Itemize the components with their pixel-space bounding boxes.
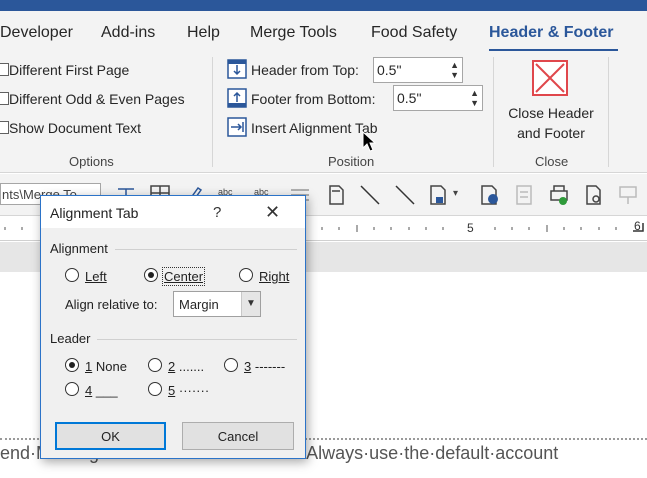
header-position-icon bbox=[227, 59, 247, 79]
leader-2-label[interactable]: 2 ....... bbox=[168, 359, 204, 374]
quick-parts-icon[interactable] bbox=[427, 183, 451, 207]
page-icon[interactable] bbox=[324, 183, 348, 207]
tab-help[interactable]: Help bbox=[187, 24, 220, 42]
print-check-icon[interactable] bbox=[547, 183, 571, 207]
align-left-radio[interactable] bbox=[65, 268, 79, 282]
different-first-page-label[interactable]: Different First Page bbox=[9, 62, 129, 78]
footer-position-icon bbox=[227, 88, 247, 108]
align-relative-label: Align relative to: bbox=[65, 297, 158, 312]
ribbon-panel: Different First Page Different Odd & Eve… bbox=[0, 51, 647, 173]
line-icon[interactable] bbox=[358, 183, 382, 207]
close-icon[interactable]: ✕ bbox=[265, 202, 280, 223]
presentation-icon bbox=[619, 186, 637, 204]
tab-food-safety[interactable]: Food Safety bbox=[371, 24, 457, 42]
leader-3-radio[interactable] bbox=[224, 358, 238, 372]
different-first-page-checkbox[interactable] bbox=[0, 63, 9, 76]
align-right-label[interactable]: Right bbox=[259, 269, 289, 284]
align-left-label[interactable]: Left bbox=[85, 269, 107, 284]
different-odd-even-checkbox[interactable] bbox=[0, 92, 9, 105]
leader-2-radio[interactable] bbox=[148, 358, 162, 372]
group-separator bbox=[493, 57, 494, 167]
leader-4-radio[interactable] bbox=[65, 382, 79, 396]
section-divider bbox=[97, 339, 297, 340]
section-divider bbox=[115, 249, 297, 250]
show-document-text-label[interactable]: Show Document Text bbox=[9, 120, 141, 136]
ribbon-tab-bar: Developer Add-ins Help Merge Tools Food … bbox=[0, 11, 647, 52]
mouse-cursor-icon bbox=[362, 131, 377, 152]
leader-1-label[interactable]: 1 None bbox=[85, 359, 127, 374]
leader-1-radio[interactable] bbox=[65, 358, 79, 372]
close-header-footer-button[interactable]: Close Header and Footer bbox=[500, 103, 602, 143]
cancel-button[interactable]: Cancel bbox=[182, 422, 294, 450]
chevron-down-icon[interactable]: ▼ bbox=[241, 292, 260, 316]
disabled-doc-icon bbox=[516, 185, 532, 205]
group-separator bbox=[608, 57, 609, 167]
different-odd-even-label[interactable]: Different Odd & Even Pages bbox=[9, 91, 185, 107]
alignment-tab-dialog: Alignment Tab ? ✕ Alignment Left Center … bbox=[40, 195, 306, 459]
tab-developer[interactable]: Developer bbox=[0, 24, 73, 42]
leader-3-label[interactable]: 3 ------- bbox=[244, 359, 285, 374]
leader-5-label[interactable]: 5 ······· bbox=[168, 383, 209, 398]
ok-button[interactable]: OK bbox=[55, 422, 166, 450]
ruler-mark-5: 5 bbox=[467, 221, 474, 235]
print-preview-icon[interactable] bbox=[582, 183, 606, 207]
align-right-radio[interactable] bbox=[239, 268, 253, 282]
alignment-section-label: Alignment bbox=[50, 241, 108, 256]
footer-from-bottom-label: Footer from Bottom: bbox=[251, 91, 376, 107]
close-header-line1: Close Header bbox=[508, 105, 594, 121]
align-relative-select[interactable]: Margin ▼ bbox=[173, 291, 261, 317]
title-bar bbox=[0, 0, 647, 11]
footer-spin-arrows-icon[interactable]: ▲ ▼ bbox=[470, 88, 479, 108]
ruler-mark-6: 6 bbox=[634, 219, 641, 233]
chevron-down-icon[interactable]: ▾ bbox=[453, 188, 458, 199]
header-from-top-label: Header from Top: bbox=[251, 62, 359, 78]
options-group-label: Options bbox=[69, 154, 114, 169]
footer-from-bottom-input[interactable]: 0.5" ▲ ▼ bbox=[393, 85, 483, 111]
leader-4-label[interactable]: 4 ___ bbox=[85, 383, 118, 398]
help-icon[interactable]: ? bbox=[213, 204, 221, 221]
show-document-text-checkbox[interactable] bbox=[0, 121, 9, 134]
tab-add-ins[interactable]: Add-ins bbox=[101, 24, 155, 42]
alignment-tab-icon bbox=[227, 117, 247, 137]
close-header-line2: and Footer bbox=[517, 125, 585, 141]
tab-header-footer[interactable]: Header & Footer bbox=[489, 24, 613, 42]
dialog-title-bar[interactable]: Alignment Tab ? ✕ bbox=[41, 196, 305, 228]
group-separator bbox=[212, 57, 213, 167]
insert-alignment-tab-button[interactable]: Insert Alignment Tab bbox=[251, 120, 378, 136]
header-from-top-input[interactable]: 0.5" ▲ ▼ bbox=[373, 57, 463, 83]
leader-5-radio[interactable] bbox=[148, 382, 162, 396]
document-info-icon[interactable] bbox=[478, 183, 502, 207]
close-header-footer-icon[interactable] bbox=[532, 60, 568, 96]
header-spin-arrows-icon[interactable]: ▲ ▼ bbox=[450, 60, 459, 80]
close-group-label: Close bbox=[535, 154, 569, 169]
position-group-label: Position bbox=[328, 154, 375, 169]
align-center-radio[interactable] bbox=[144, 268, 158, 282]
line-diagonal-icon[interactable] bbox=[393, 183, 417, 207]
align-center-label[interactable]: Center bbox=[161, 267, 206, 286]
leader-section-label: Leader bbox=[50, 331, 91, 346]
tab-merge-tools[interactable]: Merge Tools bbox=[250, 24, 337, 42]
dialog-title: Alignment Tab bbox=[50, 205, 139, 221]
